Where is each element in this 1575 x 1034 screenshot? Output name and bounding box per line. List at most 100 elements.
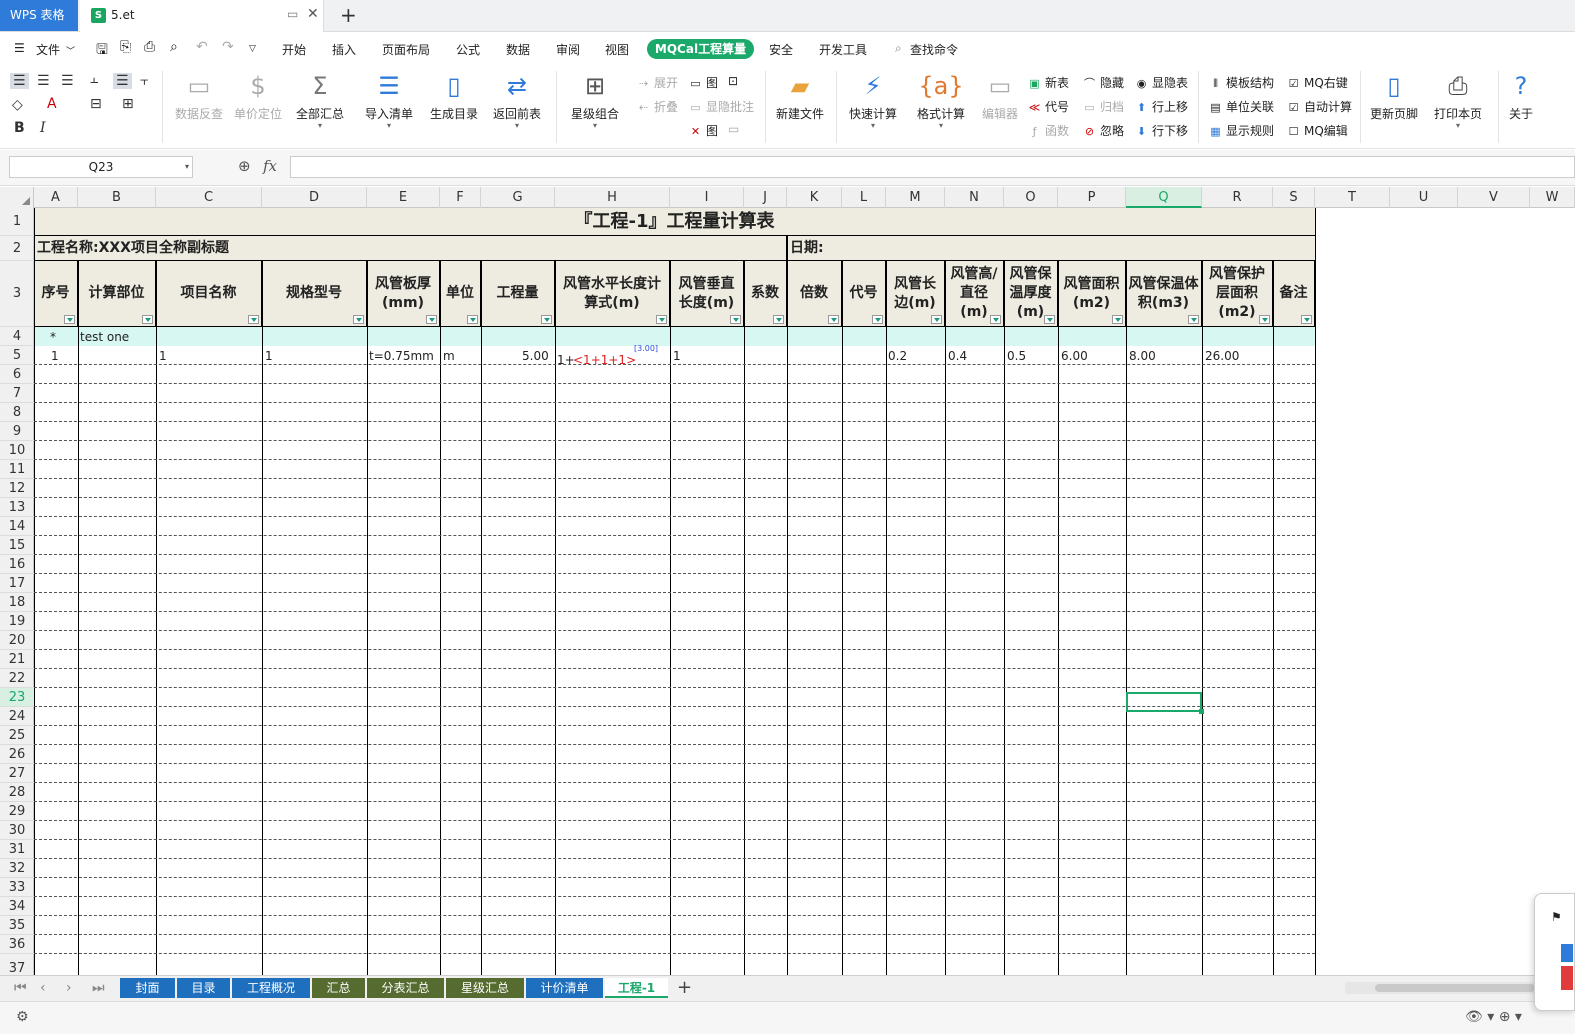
column-title[interactable]: 风管保护层面积(m2) (1202, 261, 1273, 327)
fold-button[interactable]: ⇠ 折叠 (636, 98, 678, 115)
row-header-25[interactable]: 25 (0, 726, 34, 745)
menu-mqcal[interactable]: MQCal工程算量 (647, 39, 754, 59)
row5-quantity[interactable]: 5.00 (522, 349, 549, 363)
row-header-24[interactable]: 24 (0, 707, 34, 726)
print-page-button[interactable]: ⎙ 打印本页 ▾ (1430, 71, 1486, 130)
row-header-11[interactable]: 11 (0, 460, 34, 479)
row-down-button[interactable]: ⬇ 行下移 (1134, 122, 1188, 139)
row-header-9[interactable]: 9 (0, 422, 34, 441)
sheet-tab[interactable]: 星级汇总 (446, 978, 524, 998)
column-title[interactable]: 风管水平长度计算式(m) (555, 261, 670, 327)
align-right-icon[interactable]: ☰ (61, 73, 74, 89)
selected-cell[interactable] (1126, 692, 1204, 714)
row5-insulation-volume[interactable]: 8.00 (1129, 349, 1156, 363)
macro-icon[interactable]: ⚙ (16, 1009, 29, 1025)
first-sheet-icon[interactable]: ⏮ (14, 980, 27, 996)
last-sheet-icon[interactable]: ⏭ (92, 980, 105, 996)
column-header-T[interactable]: T (1315, 187, 1390, 208)
code-button[interactable]: ≪ 代号 (1027, 98, 1069, 115)
column-header-J[interactable]: J (744, 187, 787, 208)
redo-icon[interactable]: ↷ (222, 39, 234, 55)
sheet-title[interactable]: 『工程-1』工程量计算表 (34, 208, 1315, 236)
align-middle-icon[interactable]: ☰ (113, 73, 132, 89)
picture-button-2[interactable]: ✕ 图 (688, 122, 718, 139)
menu-data[interactable]: 数据 (506, 41, 530, 58)
row5-protection-area[interactable]: 26.00 (1205, 349, 1239, 363)
column-title[interactable]: 风管板厚(mm) (367, 261, 440, 327)
data-check-button[interactable]: ▭ 数据反查 (172, 71, 226, 122)
scroll-thumb[interactable] (1375, 984, 1535, 992)
row4-location[interactable]: test one (80, 330, 129, 344)
unit-locate-button[interactable]: $ 单价定位 (230, 71, 286, 122)
filter-dropdown-icon[interactable] (872, 315, 883, 324)
row-header-22[interactable]: 22 (0, 669, 34, 688)
filter-dropdown-icon[interactable] (1188, 315, 1199, 324)
row-header-3[interactable]: 3 (0, 261, 34, 327)
show-hide-table-button[interactable]: ◉ 显隐表 (1134, 74, 1188, 91)
row-header-20[interactable]: 20 (0, 631, 34, 650)
align-bottom-icon[interactable]: ⫟ (140, 73, 148, 89)
hamburger-icon[interactable]: ☰ (14, 41, 25, 55)
print-icon[interactable]: ⎙ (144, 39, 155, 55)
row-header-36[interactable]: 36 (0, 935, 34, 954)
column-header-O[interactable]: O (1004, 187, 1058, 208)
date-cell[interactable]: 日期: (787, 236, 1315, 261)
font-color-icon[interactable]: A (47, 96, 57, 112)
filter-dropdown-icon[interactable] (1301, 315, 1312, 324)
row5-seq[interactable]: 1 (51, 349, 59, 363)
comment-disabled-icon[interactable]: ▭ (728, 122, 739, 136)
quick-calc-button[interactable]: ⚡ 快速计算 ▾ (846, 71, 900, 130)
row-header-8[interactable]: 8 (0, 403, 34, 422)
row5-area[interactable]: 6.00 (1061, 349, 1088, 363)
sheet-tab[interactable]: 汇总 (312, 978, 365, 998)
expand-button[interactable]: ⇢ 展开 (636, 74, 678, 91)
menu-developer[interactable]: 开发工具 (819, 41, 867, 58)
column-header-F[interactable]: F (440, 187, 481, 208)
row-header-5[interactable]: 5 (0, 346, 34, 365)
filter-dropdown-icon[interactable] (773, 315, 784, 324)
column-title[interactable]: 工程量 (481, 261, 555, 327)
column-title[interactable]: 代号 (842, 261, 886, 327)
column-header-R[interactable]: R (1202, 187, 1273, 208)
row-header-6[interactable]: 6 (0, 365, 34, 384)
undo-icon[interactable]: ↶ (196, 39, 208, 55)
menu-page-layout[interactable]: 页面布局 (382, 41, 430, 58)
row-up-button[interactable]: ⬆ 行上移 (1134, 98, 1188, 115)
select-all-corner[interactable] (0, 187, 34, 208)
floating-assistant[interactable]: ⚑ (1534, 893, 1575, 1011)
filter-dropdown-icon[interactable] (248, 315, 259, 324)
column-header-B[interactable]: B (78, 187, 156, 208)
function-icon[interactable]: fx (263, 157, 277, 175)
row-header-15[interactable]: 15 (0, 536, 34, 555)
import-list-button[interactable]: ☰ 导入清单 ▾ (362, 71, 416, 130)
mq-edit-checkbox[interactable]: ☐ MQ编辑 (1286, 122, 1348, 139)
filter-dropdown-icon[interactable] (1112, 315, 1123, 324)
row5-thickness[interactable]: t=0.75mm (369, 349, 434, 363)
fill-color-icon[interactable]: ◇ (12, 97, 23, 113)
table-row[interactable] (34, 327, 1315, 346)
sheet-tab[interactable]: 工程-1 (605, 978, 668, 998)
filter-dropdown-icon[interactable] (353, 315, 364, 324)
row5-vertical[interactable]: 1 (673, 349, 681, 363)
row-header-23[interactable]: 23 (0, 688, 34, 707)
document-tab[interactable]: S 5.et ▭ ✕ (80, 0, 324, 32)
filter-dropdown-icon[interactable] (828, 315, 839, 324)
column-title[interactable]: 项目名称 (156, 261, 262, 327)
column-title[interactable]: 风管高/直径(m) (945, 261, 1004, 327)
update-footer-button[interactable]: ▯ 更新页脚 (1366, 71, 1422, 122)
mq-right-click-checkbox[interactable]: ☑ MQ右键 (1286, 74, 1348, 91)
filter-dropdown-icon[interactable] (990, 315, 1001, 324)
show-hide-note-button[interactable]: ▭ 显隐批注 (688, 98, 754, 115)
sum-all-button[interactable]: Σ 全部汇总 ▾ (294, 71, 346, 130)
column-title[interactable]: 计算部位 (78, 261, 156, 327)
row-header-30[interactable]: 30 (0, 821, 34, 840)
align-left-icon[interactable]: ☰ (10, 73, 29, 89)
menu-file[interactable]: 文件 (36, 41, 60, 58)
column-header-N[interactable]: N (945, 187, 1004, 208)
column-header-L[interactable]: L (842, 187, 886, 208)
preview-icon[interactable]: ⌕ (170, 39, 178, 55)
filter-dropdown-icon[interactable] (931, 315, 942, 324)
sheet-tab[interactable]: 目录 (177, 978, 230, 998)
row5-item-name[interactable]: 1 (159, 349, 167, 363)
archive-button[interactable]: ▭ 归档 (1082, 98, 1124, 115)
